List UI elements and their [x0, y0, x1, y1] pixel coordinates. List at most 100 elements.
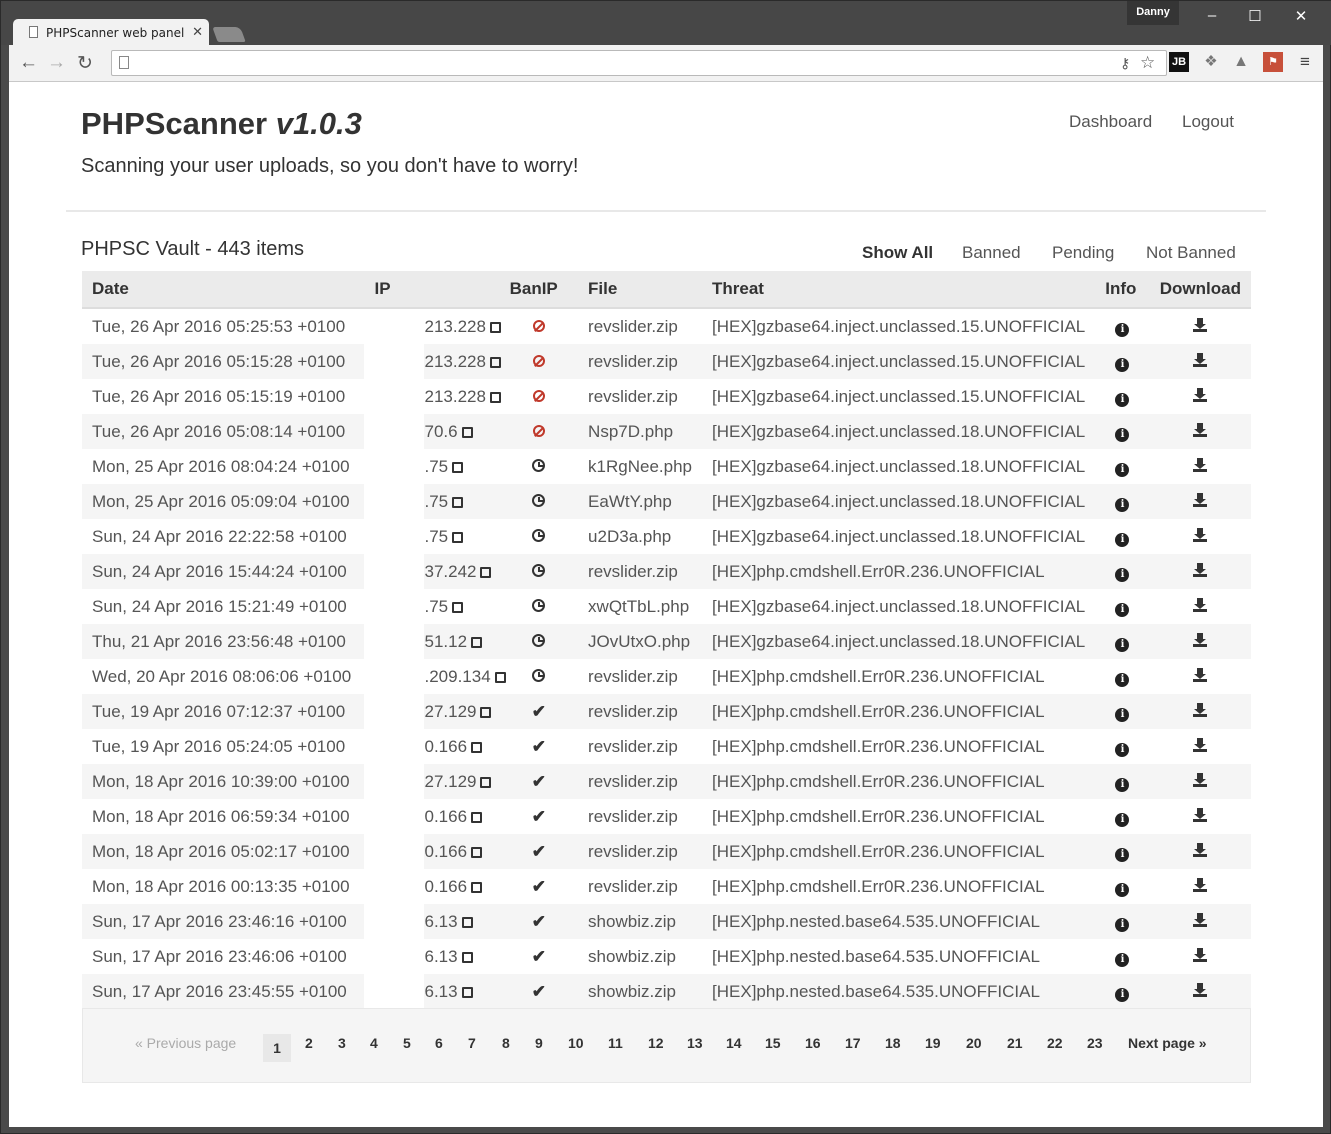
- info-icon[interactable]: i: [1115, 532, 1130, 547]
- external-link-icon[interactable]: [480, 567, 492, 578]
- dropbox-icon[interactable]: ❖: [1201, 52, 1221, 72]
- download-icon[interactable]: [1193, 982, 1208, 997]
- page-link-22[interactable]: 22: [1047, 1035, 1063, 1051]
- info-icon[interactable]: i: [1115, 567, 1130, 582]
- ip-link[interactable]: 27.129: [424, 702, 492, 722]
- download-icon[interactable]: [1193, 422, 1208, 437]
- column-header-download[interactable]: Download: [1149, 271, 1251, 309]
- pdf-icon[interactable]: ⚑: [1263, 52, 1283, 72]
- check-icon[interactable]: ✔: [532, 772, 546, 791]
- check-icon[interactable]: ✔: [532, 877, 546, 896]
- info-icon[interactable]: i: [1115, 392, 1130, 407]
- download-icon[interactable]: [1193, 387, 1208, 402]
- page-link-1[interactable]: 1: [263, 1034, 291, 1062]
- column-header-ip[interactable]: IP: [364, 271, 500, 309]
- external-link-icon[interactable]: [461, 952, 473, 963]
- column-header-file[interactable]: File: [578, 271, 703, 309]
- external-link-icon[interactable]: [489, 322, 501, 333]
- ip-link[interactable]: .75: [424, 457, 464, 477]
- page-link-18[interactable]: 18: [885, 1035, 901, 1051]
- ip-link[interactable]: 37.242: [424, 562, 492, 582]
- download-icon[interactable]: [1193, 807, 1208, 822]
- external-link-icon[interactable]: [461, 917, 473, 928]
- pending-clock-icon[interactable]: [532, 458, 546, 472]
- browser-tab[interactable]: PHPScanner web panel ✕: [13, 19, 209, 46]
- reload-icon[interactable]: ↻: [77, 52, 93, 75]
- external-link-icon[interactable]: [471, 742, 483, 753]
- ban-icon[interactable]: [532, 319, 545, 332]
- check-icon[interactable]: ✔: [532, 982, 546, 1001]
- info-icon[interactable]: i: [1115, 707, 1130, 722]
- ip-link[interactable]: 0.166: [424, 807, 483, 827]
- check-icon[interactable]: ✔: [532, 807, 546, 826]
- external-link-icon[interactable]: [494, 672, 506, 683]
- download-icon[interactable]: [1193, 457, 1208, 472]
- page-link-17[interactable]: 17: [845, 1035, 861, 1051]
- close-window-icon[interactable]: ✕: [1289, 7, 1313, 25]
- download-icon[interactable]: [1193, 527, 1208, 542]
- ban-icon[interactable]: [532, 424, 545, 437]
- nav-logout-link[interactable]: Logout: [1182, 112, 1234, 132]
- page-link-21[interactable]: 21: [1007, 1035, 1023, 1051]
- page-link-5[interactable]: 5: [403, 1035, 411, 1051]
- filter-banned[interactable]: Banned: [962, 243, 1021, 263]
- page-link-16[interactable]: 16: [805, 1035, 821, 1051]
- new-tab-button[interactable]: [212, 27, 246, 42]
- profile-button[interactable]: Danny: [1127, 1, 1179, 25]
- external-link-icon[interactable]: [471, 812, 483, 823]
- jetbrains-extension-icon[interactable]: JB: [1169, 52, 1189, 72]
- external-link-icon[interactable]: [452, 462, 464, 473]
- ip-link[interactable]: .209.134: [424, 667, 506, 687]
- page-link-15[interactable]: 15: [765, 1035, 781, 1051]
- check-icon[interactable]: ✔: [532, 842, 546, 861]
- page-link-13[interactable]: 13: [687, 1035, 703, 1051]
- column-header-banip[interactable]: BanIP: [499, 271, 579, 309]
- info-icon[interactable]: i: [1115, 497, 1130, 512]
- page-link-12[interactable]: 12: [648, 1035, 664, 1051]
- column-header-threat[interactable]: Threat: [702, 271, 1096, 309]
- external-link-icon[interactable]: [489, 392, 501, 403]
- page-link-3[interactable]: 3: [338, 1035, 346, 1051]
- download-icon[interactable]: [1193, 842, 1208, 857]
- pending-clock-icon[interactable]: [532, 528, 546, 542]
- page-link-11[interactable]: 11: [608, 1035, 623, 1051]
- previous-page-link[interactable]: « Previous page: [135, 1035, 236, 1051]
- ip-link[interactable]: 70.6: [424, 422, 473, 442]
- download-icon[interactable]: [1193, 772, 1208, 787]
- ip-link[interactable]: 213.228: [424, 387, 501, 407]
- info-icon[interactable]: i: [1115, 357, 1130, 372]
- external-link-icon[interactable]: [452, 602, 464, 613]
- external-link-icon[interactable]: [461, 987, 473, 998]
- info-icon[interactable]: i: [1115, 812, 1130, 827]
- download-icon[interactable]: [1193, 597, 1208, 612]
- star-icon[interactable]: ☆: [1140, 53, 1155, 73]
- page-link-2[interactable]: 2: [305, 1035, 313, 1051]
- ip-link[interactable]: 27.129: [424, 772, 492, 792]
- ip-link[interactable]: .75: [424, 527, 464, 547]
- info-icon[interactable]: i: [1115, 742, 1130, 757]
- page-link-20[interactable]: 20: [966, 1035, 982, 1051]
- check-icon[interactable]: ✔: [532, 702, 546, 721]
- info-icon[interactable]: i: [1115, 672, 1130, 687]
- pending-clock-icon[interactable]: [532, 563, 546, 577]
- info-icon[interactable]: i: [1115, 462, 1130, 477]
- info-icon[interactable]: i: [1115, 322, 1130, 337]
- pending-clock-icon[interactable]: [532, 633, 546, 647]
- download-icon[interactable]: [1193, 702, 1208, 717]
- external-link-icon[interactable]: [471, 882, 483, 893]
- ip-link[interactable]: 51.12: [424, 632, 483, 652]
- info-icon[interactable]: i: [1115, 847, 1130, 862]
- menu-icon[interactable]: ≡: [1295, 52, 1315, 72]
- ip-link[interactable]: 6.13: [424, 912, 473, 932]
- info-icon[interactable]: i: [1115, 952, 1130, 967]
- external-link-icon[interactable]: [452, 532, 464, 543]
- external-link-icon[interactable]: [480, 707, 492, 718]
- download-icon[interactable]: [1193, 352, 1208, 367]
- page-link-19[interactable]: 19: [925, 1035, 941, 1051]
- pending-clock-icon[interactable]: [532, 668, 546, 682]
- download-icon[interactable]: [1193, 492, 1208, 507]
- external-link-icon[interactable]: [471, 847, 483, 858]
- filter-pending[interactable]: Pending: [1052, 243, 1114, 263]
- back-arrow-icon[interactable]: ←: [19, 52, 38, 74]
- download-icon[interactable]: [1193, 632, 1208, 647]
